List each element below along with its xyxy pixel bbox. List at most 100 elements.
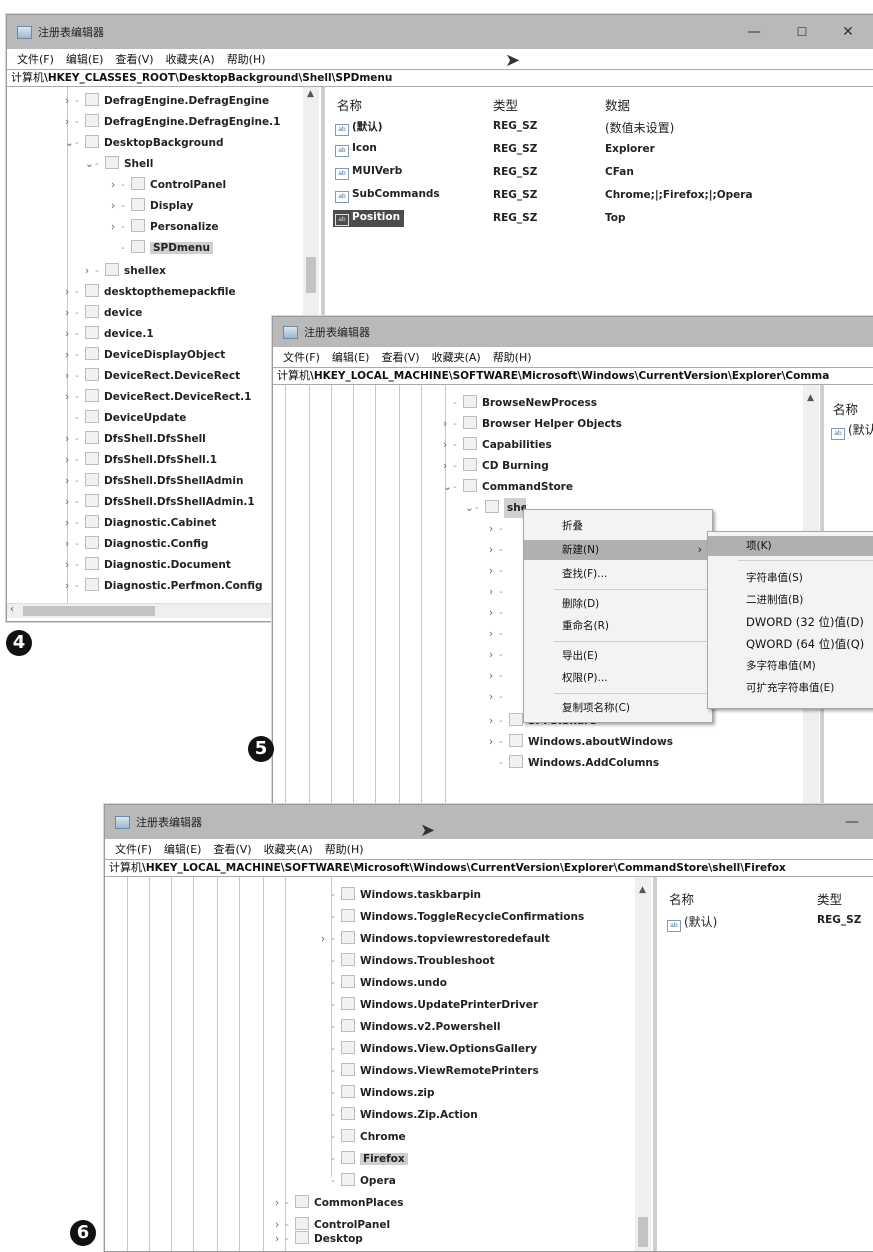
menu-item-new-qword[interactable]: QWORD (64 位)值(Q) [708, 634, 873, 654]
tree-horizontal-scrollbar[interactable]: ‹ [7, 603, 303, 618]
tree-node[interactable]: › - [489, 540, 507, 560]
tree-node[interactable]: ⌄- CommandStore [443, 477, 573, 497]
tree-node[interactable]: › - Capabilities [443, 435, 552, 455]
tree-node[interactable]: › - DfsShell.DfsShell.1 [65, 450, 217, 470]
menu-item-export[interactable]: 导出(E) [524, 646, 712, 666]
tree-node[interactable]: › - Browser Helper Objects [443, 414, 622, 434]
tree-node[interactable]: › - [489, 624, 507, 644]
tree-node[interactable]: › - desktopthemepackfile [65, 282, 236, 302]
tree-node[interactable]: › - Diagnostic.Document [65, 555, 231, 575]
menu-item-rename[interactable]: 重命名(R) [524, 616, 712, 636]
tree-node-selected[interactable]: - Firefox [321, 1149, 408, 1169]
tree-node[interactable]: › - device.1 [65, 324, 154, 344]
minimize-button[interactable]: — [829, 805, 873, 839]
column-header-name[interactable]: 名称 [337, 95, 362, 114]
tree-node[interactable]: - Windows.ToggleRecycleConfirmations [321, 907, 584, 927]
tree-node[interactable]: - Windows.taskbarpin [321, 885, 481, 905]
menu-file[interactable]: 文件(F) [11, 51, 60, 67]
menu-item-new-binary[interactable]: 二进制值(B) [708, 590, 873, 610]
tree-node-selected[interactable]: ⌄-shell [465, 498, 526, 518]
tree-node[interactable]: › - Diagnostic.Cabinet [65, 513, 216, 533]
tree-node[interactable]: - Windows.Troubleshoot [321, 951, 495, 971]
scroll-thumb[interactable] [23, 606, 155, 616]
menu-help[interactable]: 帮助(H) [487, 349, 538, 365]
title-bar[interactable]: 注册表编辑器 — [105, 805, 873, 839]
menu-view[interactable]: 查看(V) [207, 841, 257, 857]
menu-item-new-multi-string[interactable]: 多字符串值(M) [708, 656, 873, 676]
menu-item-collapse[interactable]: 折叠 [524, 516, 712, 536]
value-row-name[interactable]: ab SubCommands [335, 188, 440, 203]
menu-item-new-key[interactable]: 项(K) [708, 536, 873, 556]
value-row-name[interactable]: ab MUIVerb [335, 165, 402, 180]
menu-item-new-dword[interactable]: DWORD (32 位)值(D) [708, 612, 873, 632]
column-header-data[interactable]: 数据 [605, 95, 630, 114]
scroll-left-icon[interactable]: ‹ [10, 604, 14, 615]
tree-node[interactable]: › - DfsShell.DfsShellAdmin [65, 471, 243, 491]
tree-node[interactable]: › - Personalize [111, 217, 218, 237]
title-bar[interactable]: 注册表编辑器 — ☐ ✕ [7, 15, 873, 49]
menu-view[interactable]: 查看(V) [375, 349, 425, 365]
tree-node[interactable]: › - DeviceRect.DeviceRect [65, 366, 240, 386]
tree-node[interactable]: › - [489, 603, 507, 623]
menu-item-copy-key-name[interactable]: 复制项名称(C) [524, 698, 712, 718]
pane-splitter[interactable] [653, 877, 657, 1251]
tree-node[interactable]: › - DeviceDisplayObject [65, 345, 225, 365]
tree-node[interactable]: › - DfsShell.DfsShellAdmin.1 [65, 492, 255, 512]
tree-node[interactable]: - Windows.ViewRemotePrinters [321, 1061, 539, 1081]
tree-node[interactable]: - Windows.View.OptionsGallery [321, 1039, 537, 1059]
scroll-thumb[interactable] [306, 257, 316, 293]
tree-node[interactable]: › - DefragEngine.DefragEngine [65, 91, 269, 111]
scroll-thumb[interactable] [638, 1217, 648, 1247]
tree-node[interactable]: ⌄- DesktopBackground [65, 133, 224, 153]
column-header-type[interactable]: 类型 [493, 95, 518, 114]
title-bar[interactable]: 注册表编辑器 [273, 317, 873, 347]
tree-node[interactable]: - Windows.Zip.Action [321, 1105, 478, 1125]
address-bar[interactable]: 计算机\HKEY_LOCAL_MACHINE\SOFTWARE\Microsof… [105, 859, 873, 877]
tree-node[interactable]: - Windows.AddColumns [489, 753, 659, 773]
tree-scrollbar[interactable]: ▲ [635, 877, 651, 1251]
tree-node[interactable]: › - Diagnostic.Config [65, 534, 208, 554]
menu-edit[interactable]: 编辑(E) [158, 841, 208, 857]
menu-file[interactable]: 文件(F) [277, 349, 326, 365]
tree-node[interactable]: - Windows.zip [321, 1083, 435, 1103]
menu-edit[interactable]: 编辑(E) [326, 349, 376, 365]
minimize-button[interactable]: — [731, 15, 777, 49]
tree-node[interactable]: › - CommonPlaces [275, 1193, 403, 1213]
value-row-name[interactable]: ab(默认) [335, 119, 383, 136]
tree-node[interactable]: - Opera [321, 1171, 396, 1191]
menu-file[interactable]: 文件(F) [109, 841, 158, 857]
menu-favorites[interactable]: 收藏夹(A) [426, 349, 487, 365]
tree-node[interactable]: › - Display [111, 196, 193, 216]
tree-node[interactable]: › - Desktop [275, 1229, 363, 1249]
tree-node[interactable]: › - Windows.topviewrestoredefault [321, 929, 550, 949]
tree-node[interactable]: - Windows.v2.Powershell [321, 1017, 500, 1037]
menu-item-new[interactable]: 新建(N) › [524, 540, 712, 560]
tree-node[interactable]: › - Windows.aboutWindows [489, 732, 673, 752]
tree-node[interactable]: › - shellex [85, 261, 166, 281]
address-bar[interactable]: 计算机\HKEY_LOCAL_MACHINE\SOFTWARE\Microsof… [273, 367, 873, 385]
tree-node[interactable]: - Windows.undo [321, 973, 447, 993]
maximize-button[interactable]: ☐ [779, 15, 825, 49]
menu-item-delete[interactable]: 删除(D) [524, 594, 712, 614]
tree-node[interactable]: › - DefragEngine.DefragEngine.1 [65, 112, 280, 132]
tree-node[interactable]: › - [489, 561, 507, 581]
tree-node[interactable]: › - DeviceRect.DeviceRect.1 [65, 387, 251, 407]
value-row-name[interactable]: ab(默认) [667, 913, 717, 932]
column-header-name[interactable]: 名称 [669, 889, 694, 908]
menu-item-permissions[interactable]: 权限(P)... [524, 668, 712, 688]
menu-edit[interactable]: 编辑(E) [60, 51, 110, 67]
value-row-name[interactable]: ab(默认) [831, 421, 873, 440]
menu-help[interactable]: 帮助(H) [319, 841, 370, 857]
column-header-name[interactable]: 名称 [833, 399, 858, 418]
value-row-name-selected[interactable]: ab Position [333, 210, 405, 227]
menu-item-new-string[interactable]: 字符串值(S) [708, 568, 873, 588]
tree-node[interactable]: › - [489, 687, 507, 707]
menu-favorites[interactable]: 收藏夹(A) [258, 841, 319, 857]
scroll-up-icon[interactable]: ▲ [807, 393, 814, 403]
menu-item-find[interactable]: 查找(F)... [524, 564, 712, 584]
tree-node[interactable]: › - CD Burning [443, 456, 549, 476]
menu-help[interactable]: 帮助(H) [221, 51, 272, 67]
tree-node[interactable]: › - ControlPanel [111, 175, 226, 195]
tree-node[interactable]: - DeviceUpdate [65, 408, 186, 428]
tree-node[interactable]: › - device [65, 303, 142, 323]
